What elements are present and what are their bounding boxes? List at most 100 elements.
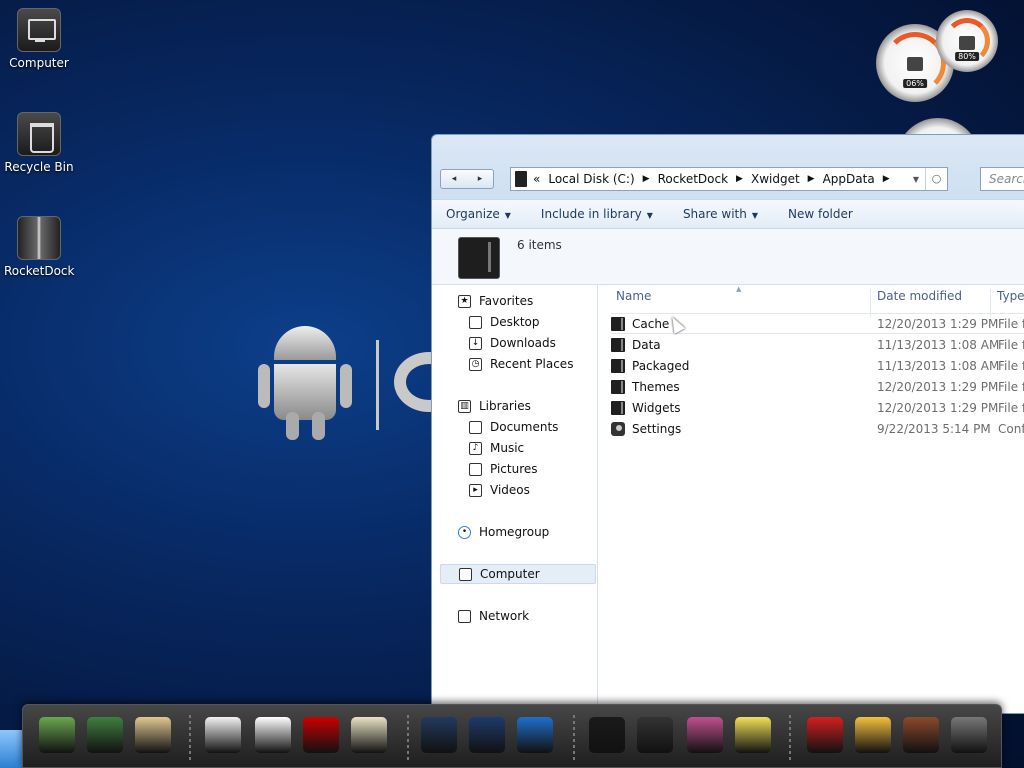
back-icon[interactable]: ◂ <box>441 170 467 188</box>
file-row-packaged[interactable]: Packaged 11/13/2013 1:08 AM File fo <box>611 355 1024 376</box>
nav-favorites[interactable]: ★ Favorites <box>458 291 533 311</box>
file-name: Data <box>632 337 661 352</box>
rocketdock <box>22 704 1002 768</box>
nav-computer[interactable]: Computer <box>440 564 596 584</box>
column-headers: ▲ Name Date modified Type <box>598 285 1024 317</box>
cpu-percent: 06% <box>903 78 927 88</box>
back-forward-buttons[interactable]: ◂ ▸ <box>440 169 494 189</box>
folder-icon <box>611 337 625 352</box>
file-date: 12/20/2013 1:29 PM <box>877 316 999 331</box>
file-type: File fo <box>998 379 1024 394</box>
recycle-bin-icon <box>17 112 61 156</box>
file-date: 12/20/2013 1:29 PM <box>877 400 999 415</box>
camera-icon[interactable] <box>421 717 457 753</box>
homegroup-icon: • <box>458 525 471 539</box>
chevron-right-icon[interactable]: ▶ <box>736 174 743 184</box>
file-type: Confi <box>998 421 1024 436</box>
memory-gauge-widget[interactable]: 80% <box>936 10 998 72</box>
trash-icon[interactable] <box>951 717 987 753</box>
calculator-icon[interactable] <box>637 717 673 753</box>
file-type: File fo <box>998 316 1024 331</box>
color-tv-icon[interactable] <box>589 717 625 753</box>
nav-label: Favorites <box>479 294 534 308</box>
refresh-icon[interactable]: ○ <box>925 168 947 190</box>
forward-icon[interactable]: ▸ <box>467 170 493 188</box>
nav-desktop[interactable]: Desktop <box>469 312 540 332</box>
nav-label: Pictures <box>490 462 538 476</box>
nav-pictures[interactable]: Pictures <box>469 459 538 479</box>
breadcrumb-xwidget[interactable]: Xwidget <box>751 172 800 186</box>
nav-homegroup[interactable]: • Homegroup <box>458 522 549 542</box>
maps-icon[interactable] <box>351 717 387 753</box>
breadcrumb-appdata[interactable]: AppData <box>823 172 875 186</box>
cpu-chip-icon <box>907 56 923 71</box>
file-name: Widgets <box>632 400 681 415</box>
nav-recent-places[interactable]: ◷ Recent Places <box>469 354 573 374</box>
desktop-icon <box>469 315 482 329</box>
gingerbread-icon[interactable] <box>903 717 939 753</box>
column-date-modified[interactable]: Date modified <box>877 289 962 303</box>
column-type[interactable]: Type <box>997 289 1024 303</box>
nav-network[interactable]: Network <box>458 606 529 626</box>
include-in-library-button[interactable]: Include in library ▼ <box>541 207 653 221</box>
browser-icon[interactable] <box>517 717 553 753</box>
breadcrumb-local-disk[interactable]: Local Disk (C:) <box>548 172 634 186</box>
address-bar[interactable]: « Local Disk (C:) ▶ RocketDock ▶ Xwidget… <box>510 167 948 191</box>
angry-birds-icon[interactable] <box>807 717 843 753</box>
organize-label: Organize <box>446 207 500 221</box>
desktop-icon-rocketdock[interactable]: RocketDock <box>4 216 74 278</box>
android-folder-icon[interactable] <box>135 717 171 753</box>
new-folder-button[interactable]: New folder <box>788 207 853 221</box>
nav-label: Documents <box>490 420 559 434</box>
weather-icon[interactable] <box>855 717 891 753</box>
share-with-button[interactable]: Share with ▼ <box>683 207 758 221</box>
nav-documents[interactable]: Documents <box>469 417 558 437</box>
speaker-icon[interactable] <box>469 717 505 753</box>
chevron-right-icon[interactable]: ▶ <box>883 174 890 184</box>
dock-separator <box>789 715 791 761</box>
file-date: 9/22/2013 5:14 PM <box>877 421 991 436</box>
search-input[interactable]: Search <box>980 167 1024 191</box>
nav-downloads[interactable]: ↓ Downloads <box>469 333 556 353</box>
file-date: 11/13/2013 1:08 AM <box>877 337 1000 352</box>
file-row-widgets[interactable]: Widgets 12/20/2013 1:29 PM File fo <box>611 397 1024 418</box>
dock-separator <box>573 715 575 761</box>
android-logo <box>256 326 356 442</box>
globe-screen-icon[interactable] <box>87 717 123 753</box>
file-name: Settings <box>632 421 682 436</box>
play-store-icon[interactable] <box>205 717 241 753</box>
file-name: Themes <box>632 379 680 394</box>
start-button[interactable] <box>0 730 22 768</box>
file-row-data[interactable]: Data 11/13/2013 1:08 AM File fo <box>611 334 1024 355</box>
music-icon: ♪ <box>469 441 482 455</box>
folder-icon <box>611 400 625 415</box>
address-dropdown-icon[interactable]: ▼ <box>913 175 919 184</box>
android-screenshot-icon[interactable] <box>39 717 75 753</box>
nav-libraries[interactable]: ▥ Libraries <box>458 396 531 416</box>
breadcrumb-rocketdock[interactable]: RocketDock <box>658 172 728 186</box>
folder-icon <box>611 358 625 373</box>
address-overflow[interactable]: « <box>533 172 540 186</box>
chevron-down-icon: ▼ <box>646 211 653 220</box>
youtube-icon[interactable] <box>303 717 339 753</box>
desktop-icon-computer[interactable]: Computer <box>4 8 74 70</box>
sticky-note-icon[interactable] <box>735 717 771 753</box>
navigation-bar: ◂ ▸ « Local Disk (C:) ▶ RocketDock ▶ Xwi… <box>432 135 1024 197</box>
organize-button[interactable]: Organize ▼ <box>446 207 511 221</box>
file-row-themes[interactable]: Themes 12/20/2013 1:29 PM File fo <box>611 376 1024 397</box>
file-row-settings[interactable]: Settings 9/22/2013 5:14 PM Confi <box>611 418 1024 439</box>
desktop-icon-recycle-bin[interactable]: Recycle Bin <box>4 112 74 174</box>
folder-icon <box>458 237 500 279</box>
desktop-icon-label: RocketDock <box>4 264 75 278</box>
computer-icon <box>17 8 61 52</box>
gmail-icon[interactable] <box>255 717 291 753</box>
documents-icon <box>469 420 482 434</box>
chevron-right-icon[interactable]: ▶ <box>643 174 650 184</box>
nav-music[interactable]: ♪ Music <box>469 438 524 458</box>
photo-gallery-icon[interactable] <box>687 717 723 753</box>
column-name[interactable]: Name <box>616 289 651 303</box>
chevron-right-icon[interactable]: ▶ <box>808 174 815 184</box>
download-icon: ↓ <box>469 336 482 350</box>
nav-videos[interactable]: ▸ Videos <box>469 480 530 500</box>
recent-places-icon: ◷ <box>469 357 482 371</box>
